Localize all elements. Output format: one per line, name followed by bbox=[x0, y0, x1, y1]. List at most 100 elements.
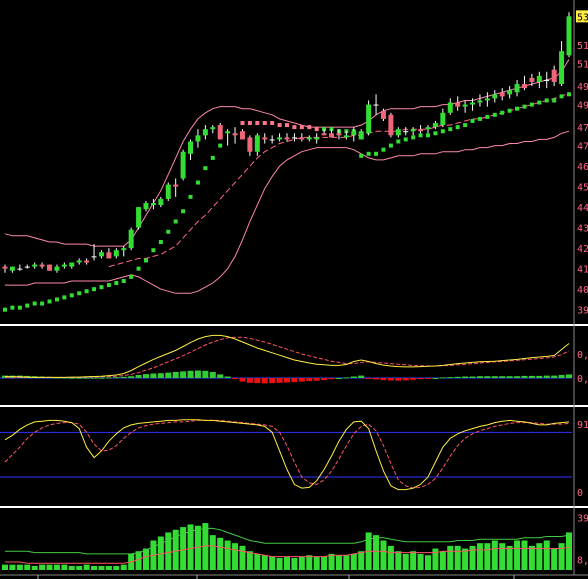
candle-body bbox=[158, 198, 164, 206]
sar-dot bbox=[433, 131, 438, 136]
volume-bar bbox=[417, 553, 424, 570]
volume-bar bbox=[53, 564, 60, 570]
price-tick-label-12: 41 bbox=[577, 265, 588, 276]
volume-bar bbox=[454, 545, 461, 570]
volume-bar bbox=[306, 555, 313, 570]
macd-histogram-bar bbox=[402, 378, 409, 381]
macd-histogram-bar bbox=[269, 378, 276, 384]
volume-bar bbox=[298, 556, 305, 570]
volume-bar bbox=[98, 565, 105, 570]
candle-body bbox=[521, 84, 527, 89]
candle-body bbox=[380, 110, 386, 119]
sar-dot bbox=[470, 118, 475, 123]
sar-dot bbox=[285, 123, 289, 128]
macd-histogram-bar bbox=[536, 375, 543, 378]
sar-dot bbox=[411, 135, 416, 140]
volume-bar bbox=[313, 556, 320, 570]
macd-histogram-bar bbox=[313, 378, 320, 381]
candle-body bbox=[210, 127, 216, 130]
volume-bar bbox=[217, 537, 224, 570]
sar-dot bbox=[277, 123, 282, 128]
candle-body bbox=[529, 77, 535, 82]
macd-histogram-bar bbox=[150, 373, 157, 378]
last-price-label: 53 bbox=[577, 12, 588, 23]
candle-body bbox=[188, 141, 194, 154]
sar-dot bbox=[455, 125, 460, 130]
macd-histogram-bar bbox=[499, 376, 506, 378]
price-tick-label-3: 49 bbox=[577, 82, 588, 93]
sar-dot bbox=[255, 121, 260, 126]
sar-dot bbox=[121, 278, 126, 283]
sar-dot bbox=[426, 133, 430, 138]
technical-chart: 53515149494747464544434241403953 0,0, 91… bbox=[0, 0, 588, 579]
macd-histogram-bar bbox=[187, 370, 194, 378]
volume-bar bbox=[68, 565, 75, 570]
macd-histogram-bar bbox=[387, 378, 394, 381]
candle-body bbox=[403, 131, 409, 133]
candle-body bbox=[136, 207, 142, 228]
volume-bar bbox=[143, 548, 149, 570]
price-tick-label-7: 46 bbox=[577, 162, 588, 173]
price-tick-label-2: 51 bbox=[577, 60, 588, 71]
price-tick-label-14: 39 bbox=[577, 306, 588, 317]
candle-body bbox=[165, 184, 171, 199]
sar-dot bbox=[500, 110, 505, 115]
candle-body bbox=[343, 135, 349, 138]
macd-histogram-bar bbox=[321, 378, 328, 381]
sar-dot bbox=[418, 133, 423, 138]
macd-histogram-bar bbox=[165, 372, 172, 378]
sar-dot bbox=[54, 297, 59, 302]
candle-body bbox=[91, 256, 97, 258]
macd-histogram-bar bbox=[276, 378, 283, 383]
candle-body bbox=[492, 94, 498, 99]
sar-dot bbox=[537, 100, 542, 105]
sar-dot bbox=[292, 125, 297, 130]
candle-body bbox=[455, 102, 461, 107]
sar-dot bbox=[240, 121, 245, 126]
volume-bar bbox=[261, 555, 268, 570]
macd-histogram-bar bbox=[425, 378, 431, 379]
macd-histogram-bar bbox=[380, 378, 387, 381]
volume-bar bbox=[566, 532, 572, 570]
volume-bar bbox=[135, 551, 142, 570]
macd-histogram-bar bbox=[350, 376, 357, 378]
price-tick-label-13: 40 bbox=[577, 285, 588, 296]
sar-dot bbox=[359, 153, 364, 158]
sar-dot bbox=[559, 94, 564, 99]
sar-dot bbox=[218, 143, 223, 148]
macd-histogram-bar bbox=[120, 376, 127, 378]
macd-histogram-bar bbox=[373, 378, 380, 380]
volume-bar bbox=[2, 564, 8, 570]
candle-body bbox=[299, 137, 305, 140]
macd-histogram-bar bbox=[410, 378, 417, 380]
volume-bar bbox=[254, 553, 261, 570]
candle-body bbox=[566, 16, 572, 56]
sar-dot bbox=[440, 129, 445, 134]
candle-body bbox=[32, 264, 38, 267]
sar-dot bbox=[144, 258, 148, 263]
sar-dot bbox=[3, 307, 7, 312]
candle-body bbox=[462, 104, 468, 107]
volume-bar bbox=[291, 557, 298, 570]
volume-bar bbox=[484, 543, 491, 570]
volume-bar bbox=[165, 532, 172, 570]
sar-dot bbox=[477, 116, 482, 121]
macd-histogram-bar bbox=[113, 377, 120, 379]
candle-body bbox=[17, 268, 23, 270]
volume-bar bbox=[76, 565, 83, 570]
volume-bar bbox=[321, 556, 328, 570]
macd-histogram-bar bbox=[491, 376, 498, 378]
volume-bar bbox=[224, 540, 231, 570]
candle-body bbox=[440, 112, 446, 126]
sar-dot bbox=[84, 289, 89, 294]
candle-body bbox=[106, 252, 112, 259]
volume-bar bbox=[232, 543, 239, 570]
volume-bar bbox=[9, 564, 16, 570]
candle-body bbox=[544, 79, 550, 81]
candle-body bbox=[239, 131, 245, 140]
price-tick-label-5: 47 bbox=[577, 123, 588, 134]
sar-dot bbox=[374, 151, 379, 156]
macd-histogram-bar bbox=[91, 377, 98, 379]
candle-body bbox=[559, 51, 565, 85]
sar-dot bbox=[247, 121, 252, 126]
